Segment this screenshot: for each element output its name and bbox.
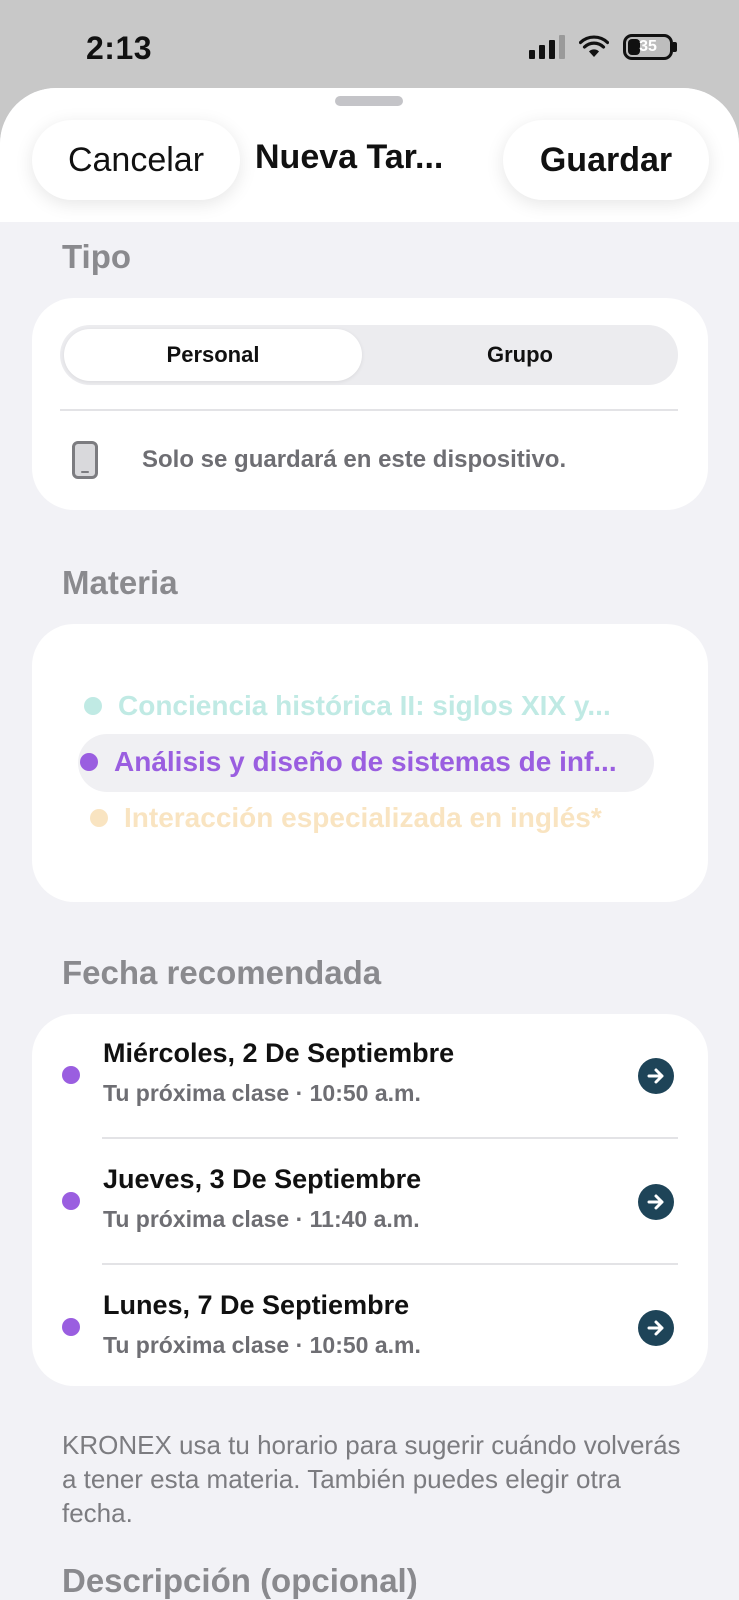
sheet-grabber[interactable] (335, 96, 403, 106)
date-suggestion-row[interactable]: Lunes, 7 De Septiembre Tu próxima clase … (32, 1266, 708, 1392)
subject-color-dot (62, 1192, 80, 1210)
subject-color-dot (90, 809, 108, 827)
materia-section-title: Materia (62, 564, 178, 601)
date-subtitle: Tu próxima clase · 10:50 a.m. (103, 1332, 421, 1358)
fecha-card: Miércoles, 2 De Septiembre Tu próxima cl… (32, 1014, 708, 1386)
picker-item[interactable]: Conciencia histórica II: siglos XIX y... (84, 690, 648, 722)
picker-item-label: Interacción especializada en inglés* (124, 802, 602, 833)
device-info-text: Solo se guardará en este dispositivo. (142, 446, 567, 473)
device-info-row: Solo se guardará en este dispositivo. (72, 441, 566, 479)
subject-color-dot (62, 1318, 80, 1336)
status-time: 2:13 (86, 30, 153, 66)
picker-item-label: Análisis y diseño de sistemas de inf... (114, 746, 617, 777)
date-subtitle: Tu próxima clase · 10:50 a.m. (103, 1080, 421, 1106)
descripcion-section-title: Descripción (opcional) (62, 1562, 418, 1599)
segment-personal[interactable]: Personal (64, 329, 362, 381)
subject-color-dot (80, 753, 98, 771)
date-title: Miércoles, 2 De Septiembre (103, 1038, 455, 1068)
date-suggestion-row[interactable]: Jueves, 3 De Septiembre Tu próxima clase… (32, 1140, 708, 1266)
arrow-right-icon[interactable] (638, 1058, 674, 1094)
new-task-sheet: Cancelar Nueva Tar... Guardar Tipo Perso… (0, 88, 739, 1600)
type-segmented-control: Personal Grupo (60, 325, 678, 385)
subject-color-dot (84, 697, 102, 715)
date-title: Jueves, 3 De Septiembre (103, 1164, 422, 1194)
arrow-right-icon[interactable] (638, 1310, 674, 1346)
status-bar: 2:13 35 (0, 0, 739, 95)
date-suggestion-row[interactable]: Miércoles, 2 De Septiembre Tu próxima cl… (32, 1014, 708, 1140)
tipo-card: Personal Grupo Solo se guardará en este … (32, 298, 708, 510)
phone-icon (72, 441, 98, 479)
picker-item-label: Conciencia histórica II: siglos XIX y... (118, 690, 611, 721)
materia-picker[interactable]: Conciencia histórica II: siglos XIX y...… (32, 624, 708, 902)
schedule-footnote: KRONEX usa tu horario para sugerir cuánd… (62, 1430, 681, 1528)
picker-item[interactable]: Interacción especializada en inglés* (90, 802, 650, 834)
fecha-section-title: Fecha recomendada (62, 954, 382, 991)
subject-color-dot (62, 1066, 80, 1084)
date-title: Lunes, 7 De Septiembre (103, 1290, 410, 1320)
arrow-right-icon[interactable] (638, 1184, 674, 1220)
divider (102, 1137, 678, 1139)
segment-grupo[interactable]: Grupo (366, 329, 674, 381)
sheet-title: Nueva Tar... (255, 138, 444, 176)
battery-icon: 35 (623, 34, 677, 60)
divider (102, 1263, 678, 1265)
wifi-icon (579, 35, 609, 57)
status-icons: 35 (529, 34, 677, 60)
divider (60, 409, 678, 411)
save-button[interactable]: Guardar (503, 120, 709, 200)
tipo-section-title: Tipo (62, 238, 132, 275)
cancel-button[interactable]: Cancelar (32, 120, 240, 200)
signal-icon (529, 35, 565, 59)
picker-item-selected[interactable]: Análisis y diseño de sistemas de inf... (80, 746, 654, 778)
sheet-header: Cancelar Nueva Tar... Guardar (0, 88, 739, 222)
date-subtitle: Tu próxima clase · 11:40 a.m. (103, 1206, 420, 1232)
battery-level: 35 (639, 38, 657, 55)
